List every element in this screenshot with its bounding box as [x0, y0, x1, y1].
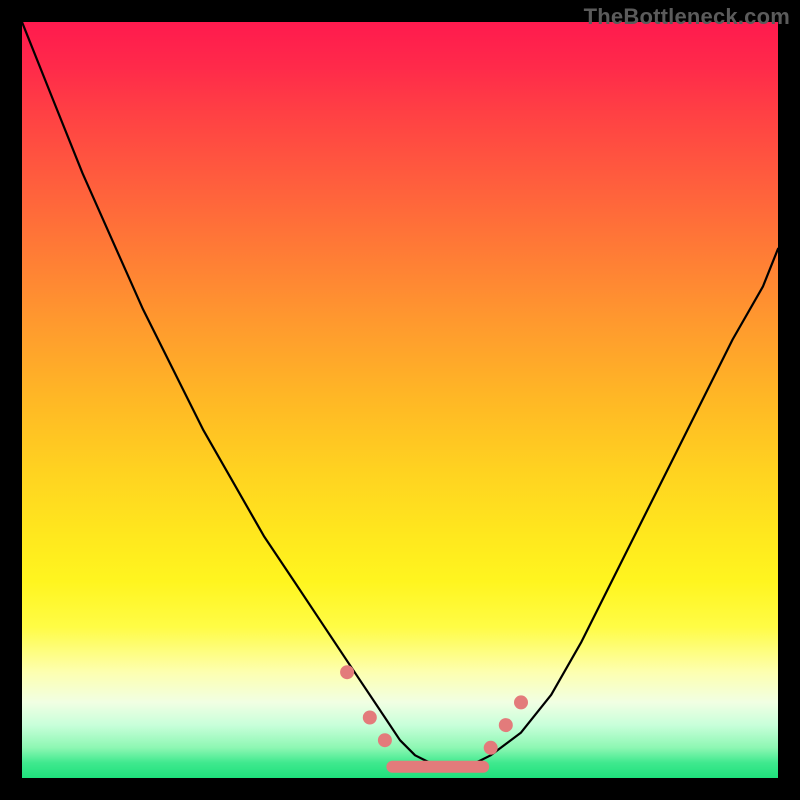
plot-area [22, 22, 778, 778]
bottleneck-curve [22, 22, 778, 767]
marker-group [340, 665, 528, 755]
curve-marker [499, 718, 513, 732]
curve-marker [484, 741, 498, 755]
watermark-text: TheBottleneck.com [584, 4, 790, 30]
curve-marker [378, 733, 392, 747]
chart-frame: TheBottleneck.com [0, 0, 800, 800]
curve-marker [363, 711, 377, 725]
curve-svg [22, 22, 778, 778]
curve-marker [340, 665, 354, 679]
curve-marker [514, 695, 528, 709]
